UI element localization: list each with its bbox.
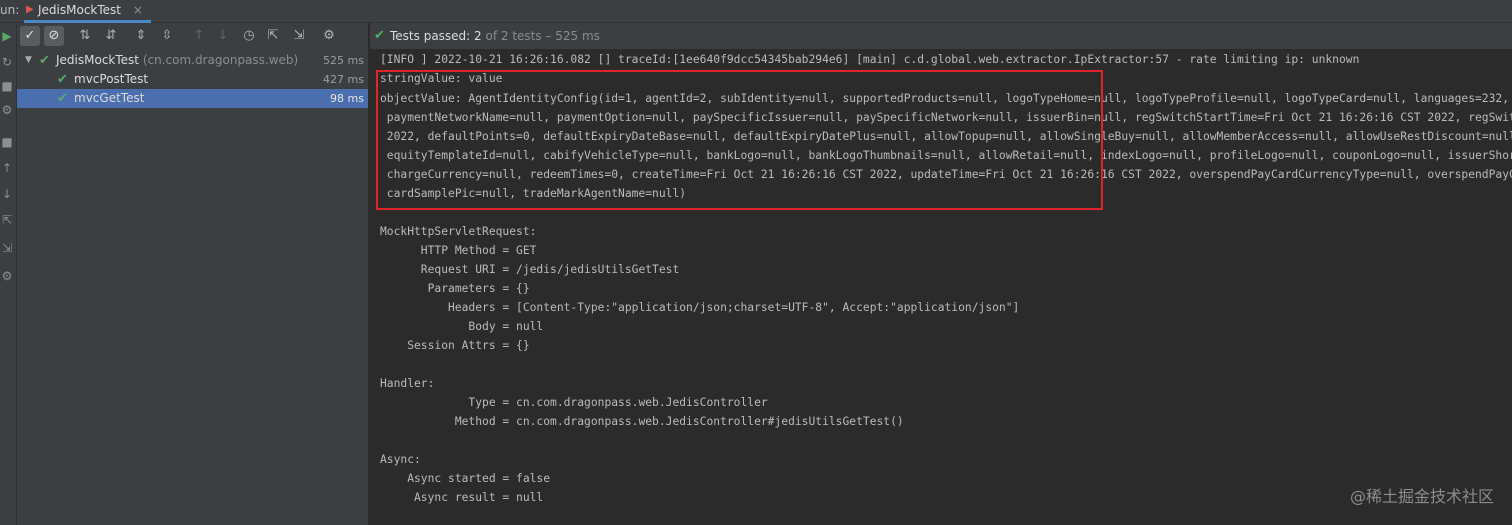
- console-line: Async result = null: [380, 491, 544, 504]
- test-method-name: mvcPostTest: [74, 72, 149, 86]
- tree-root-label: JedisMockTest (cn.com.dragonpass.web): [56, 51, 298, 70]
- test-tree-panel: ✓ ⊘ ⇅ ⇵ ⇕ ⇳ ↑ ↓ ◷ ⇱ ⇲ ⚙ ▼ ✔ JedisMockTes…: [17, 23, 369, 525]
- console-line: Async:: [380, 453, 421, 466]
- chevron-down-icon[interactable]: ▼: [25, 51, 32, 70]
- tree-root-jedis-mock-test[interactable]: ▼ ✔ JedisMockTest (cn.com.dragonpass.web…: [17, 51, 368, 70]
- console-line: MockHttpServletRequest:: [380, 225, 537, 238]
- test-duration: 525 ms: [323, 54, 364, 67]
- test-method-name: mvcGetTest: [74, 91, 145, 105]
- console-line: Headers = [Content-Type:"application/jso…: [380, 301, 1020, 314]
- status-passed-count: 2: [474, 29, 482, 43]
- console-line: Parameters = {}: [380, 282, 530, 295]
- show-passed-icon[interactable]: ✓: [20, 26, 40, 46]
- close-icon[interactable]: ×: [133, 3, 143, 17]
- passed-check-icon: ✔: [374, 28, 385, 43]
- passed-check-icon: ✔: [39, 53, 50, 68]
- console-line: Async started = false: [380, 472, 551, 485]
- next-failed-icon[interactable]: ↓: [213, 26, 233, 46]
- run-icon[interactable]: ▶: [0, 29, 14, 43]
- test-duration: 98 ms: [330, 92, 364, 105]
- test-toolbar: ✓ ⊘ ⇅ ⇵ ⇕ ⇳ ↑ ↓ ◷ ⇱ ⇲ ⚙: [17, 23, 368, 49]
- console-line: Request URI = /jedis/jedisUtilsGetTest: [380, 263, 680, 276]
- collapse-all-icon[interactable]: ⇳: [157, 26, 177, 46]
- pin-icon[interactable]: ⚙: [0, 269, 14, 283]
- tree-item-mvc-post-test[interactable]: ✔ mvcPostTest 427 ms: [17, 70, 368, 89]
- console-line: Body = null: [380, 320, 544, 333]
- side-toolstrip: ▶ ↻ ■ ⚙ ■ ↑ ↓ ⇱ ⇲ ⚙: [0, 23, 17, 525]
- console-line: Handler:: [380, 377, 435, 390]
- up-icon[interactable]: ↑: [0, 161, 14, 175]
- status-label: Tests passed:: [390, 29, 475, 43]
- settings-icon[interactable]: ⚙: [319, 26, 339, 46]
- export-icon[interactable]: ⇲: [0, 241, 14, 255]
- console-line: Type = cn.com.dragonpass.web.JedisContro…: [380, 396, 768, 409]
- run-label: un:: [0, 3, 20, 17]
- console-line: Method = cn.com.dragonpass.web.JedisCont…: [380, 415, 904, 428]
- console-line: [INFO ] 2022-10-21 16:26:16.082 [] trace…: [380, 53, 1360, 66]
- console-line: Session Attrs = {}: [380, 339, 530, 352]
- test-status-bar: ✔ Tests passed: 2 of 2 tests – 525 ms: [370, 23, 1512, 49]
- status-text: Tests passed: 2 of 2 tests – 525 ms: [390, 23, 600, 49]
- run-titlebar: un: ▶ JedisMockTest ×: [0, 0, 1512, 23]
- wrench-icon[interactable]: ⚙: [0, 103, 14, 117]
- rerun-icon[interactable]: ↻: [0, 55, 14, 69]
- previous-failed-icon[interactable]: ↑: [189, 26, 209, 46]
- expand-all-icon[interactable]: ⇕: [131, 26, 151, 46]
- test-history-icon[interactable]: ◷: [239, 26, 259, 46]
- import-icon[interactable]: ⇱: [0, 213, 14, 227]
- down-icon[interactable]: ↓: [0, 187, 14, 201]
- console-line: HTTP Method = GET: [380, 244, 537, 257]
- import-tests-icon[interactable]: ⇱: [263, 26, 283, 46]
- highlight-box: [376, 70, 1103, 210]
- passed-check-icon: ✔: [57, 72, 68, 87]
- tab-title: JedisMockTest: [38, 3, 121, 17]
- status-rest: of 2 tests – 525 ms: [481, 29, 600, 43]
- sort-alphabetically-icon[interactable]: ⇅: [75, 26, 95, 46]
- console-output[interactable]: [INFO ] 2022-10-21 16:26:16.082 [] trace…: [370, 50, 1512, 525]
- test-run-icon: ▶: [26, 4, 34, 15]
- export-tests-icon[interactable]: ⇲: [289, 26, 309, 46]
- test-class-name: JedisMockTest: [56, 53, 139, 67]
- sort-by-duration-icon[interactable]: ⇵: [101, 26, 121, 46]
- stop-icon[interactable]: ■: [0, 135, 14, 149]
- test-class-package: (cn.com.dragonpass.web): [142, 53, 299, 67]
- stop-icon[interactable]: ■: [0, 79, 14, 93]
- passed-check-icon: ✔: [57, 91, 68, 106]
- tab-jedis-mock-test[interactable]: ▶ JedisMockTest ×: [24, 0, 151, 23]
- watermark: @稀土掘金技术社区: [1349, 487, 1494, 506]
- test-duration: 427 ms: [323, 73, 364, 86]
- show-ignored-icon[interactable]: ⊘: [44, 26, 64, 46]
- tree-item-mvc-get-test[interactable]: ✔ mvcGetTest 98 ms: [17, 89, 368, 108]
